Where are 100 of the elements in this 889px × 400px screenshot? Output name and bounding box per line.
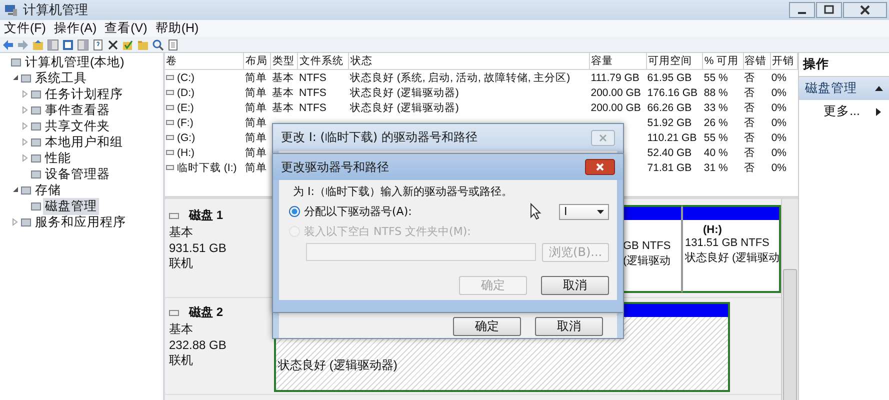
radio-button[interactable] [289, 206, 300, 217]
table-cell: 简单 [244, 162, 267, 174]
column-header[interactable]: 状态 [348, 53, 590, 70]
tree-item[interactable]: 本地用户和组 [43, 134, 125, 150]
table-cell: 51.92 GB [647, 116, 692, 128]
tree-item[interactable]: 事件查看器 [43, 102, 112, 118]
close-icon[interactable] [843, 2, 887, 18]
table-cell: (D:) [177, 86, 194, 99]
collapsed-arrow-icon[interactable] [22, 122, 29, 130]
search-icon[interactable] [152, 38, 164, 50]
table-cell: 0% [771, 72, 786, 84]
table-cell: 否 [744, 102, 756, 114]
drive-icon [166, 75, 174, 80]
document-icon[interactable] [167, 38, 179, 50]
scrollbar[interactable] [781, 199, 798, 400]
submenu-arrow-icon [876, 108, 881, 116]
menu-item[interactable]: 查看(V) [104, 20, 148, 37]
tree-item[interactable]: 计算机管理(本地) [23, 54, 126, 70]
dialog-button[interactable]: 取消 [535, 317, 603, 336]
tree-item[interactable]: 性能 [43, 150, 73, 166]
table-cell: (C:) [177, 72, 194, 84]
column-header[interactable]: 容量 [590, 53, 646, 70]
tree-item[interactable]: 设备管理器 [43, 166, 112, 182]
table-cell: 否 [744, 72, 756, 84]
table-cell: 否 [744, 146, 756, 158]
properties-icon[interactable] [62, 38, 74, 50]
minimize-icon[interactable] [789, 2, 815, 18]
delete-icon[interactable] [107, 38, 119, 50]
pane-icon[interactable] [47, 38, 59, 50]
table-cell: 200.00 GB [590, 102, 641, 114]
close-icon[interactable] [585, 159, 615, 175]
forward-arrow-icon[interactable] [17, 38, 29, 50]
drive-icon [166, 165, 174, 170]
column-header[interactable]: 可用空间 [646, 53, 703, 70]
partition-label: (H:) [702, 224, 723, 236]
maximize-icon[interactable] [816, 2, 842, 18]
expanded-arrow-icon[interactable] [12, 186, 19, 194]
tree-item[interactable]: 服务和应用程序 [33, 214, 128, 230]
radio-label: 分配以下驱动器号(A): [304, 204, 412, 219]
check-icon[interactable] [122, 38, 134, 50]
table-cell: 0% [771, 86, 786, 98]
tree-item[interactable]: 系统工具 [33, 70, 89, 86]
collapsed-arrow-icon[interactable] [22, 90, 29, 98]
partition-text: 状态良好 (逻辑驱动器) [278, 357, 398, 374]
table-cell: 否 [744, 116, 756, 128]
table-cell: 简单 [244, 132, 267, 144]
radio-label: 装入以下空白 NTFS 文件夹中(M): [304, 224, 471, 239]
table-cell: (F:) [177, 116, 194, 129]
partition-text: 131.51 GB NTFS [685, 237, 770, 249]
table-cell: 基本 [272, 86, 294, 98]
drive-icon [166, 120, 174, 126]
tree-item[interactable]: 存储 [33, 182, 63, 198]
dropdown-arrow-icon [597, 210, 604, 214]
collapsed-arrow-icon[interactable] [22, 138, 29, 146]
disk-status: 联机 [169, 352, 194, 369]
table-cell: 71.81 GB [647, 162, 692, 174]
tree-item[interactable]: 磁盘管理 [43, 198, 99, 214]
back-arrow-icon[interactable] [2, 38, 14, 50]
table-cell: 61.95 GB [647, 72, 692, 84]
table-cell: (H:) [177, 146, 194, 159]
menu-item[interactable]: 文件(F) [4, 20, 46, 37]
column-header[interactable]: 容错 [743, 53, 770, 70]
column-header[interactable]: % 可用 [702, 53, 744, 70]
table-cell: 状态良好 (逻辑驱动器) [350, 102, 459, 114]
disk-type: 基本 [169, 321, 194, 338]
expanded-arrow-icon[interactable] [12, 74, 19, 82]
column-header[interactable]: 类型 [270, 53, 298, 70]
column-header[interactable]: 卷 [165, 53, 244, 70]
drive-icon [166, 105, 174, 110]
column-header[interactable]: 文件系统 [298, 53, 349, 70]
table-cell: 33 % [704, 102, 728, 114]
collapsed-arrow-icon[interactable] [22, 154, 29, 162]
partition[interactable]: (H:) 131.51 GB NTFS 状态良好 (逻辑驱动 [682, 205, 781, 293]
table-cell: NTFS [298, 102, 326, 114]
menu-item[interactable]: 操作(A) [54, 20, 97, 37]
mouse-cursor-icon [530, 203, 541, 220]
column-header[interactable]: 布局 [244, 53, 271, 70]
drive-letter-dropdown[interactable]: I [559, 204, 609, 220]
table-cell: 简单 [244, 116, 267, 128]
table-cell: 31 % [704, 162, 728, 174]
help-icon[interactable] [92, 38, 104, 50]
collapsed-arrow-icon[interactable] [22, 106, 29, 114]
table-cell: 简单 [244, 86, 267, 98]
window-title: 计算机管理 [23, 1, 88, 19]
column-header[interactable]: 开销 [770, 53, 798, 70]
tree-item[interactable]: 共享文件夹 [43, 118, 112, 134]
table-cell: 否 [744, 162, 756, 174]
tree-item[interactable]: 任务计划程序 [43, 86, 125, 102]
table-cell: 临时下载 (I:) [177, 160, 237, 174]
drive-icon [166, 150, 174, 156]
dialog-button[interactable]: 取消 [541, 276, 609, 295]
dialog-button[interactable]: 确定 [453, 317, 521, 336]
computer-icon [4, 3, 18, 17]
actions-section[interactable]: 磁盘管理 [799, 77, 889, 100]
menu-item[interactable]: 帮助(H) [155, 20, 199, 37]
table-cell: 26 % [704, 116, 728, 128]
action-link[interactable]: 更多... [824, 103, 860, 120]
pane-icon[interactable] [77, 38, 89, 50]
folder-up-icon[interactable] [32, 38, 44, 50]
collapsed-arrow-icon[interactable] [12, 218, 19, 226]
